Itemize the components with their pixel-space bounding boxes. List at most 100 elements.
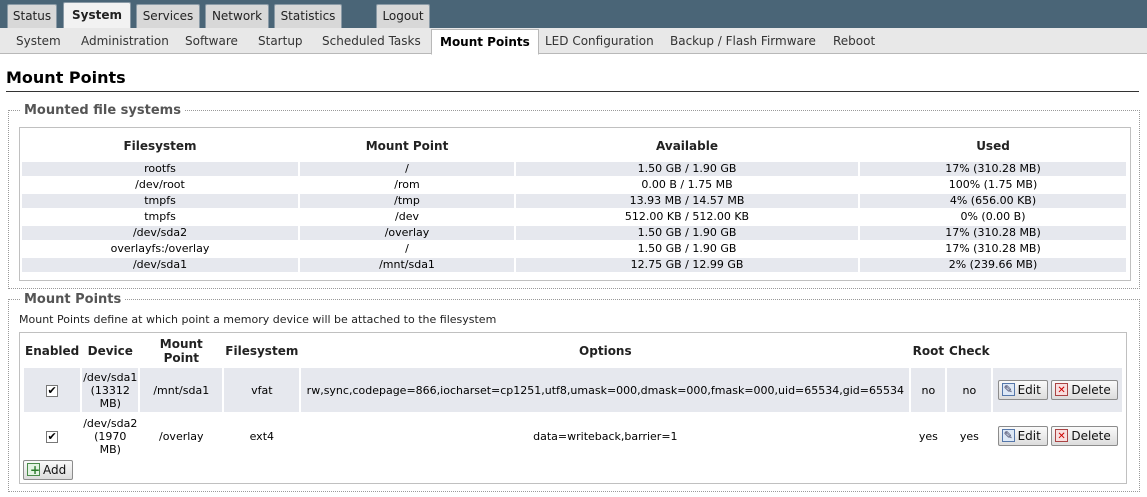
- device-size-unit: MB): [99, 396, 121, 410]
- subtab-administration[interactable]: Administration: [81, 28, 169, 54]
- delete-button[interactable]: Delete: [1051, 426, 1118, 446]
- cell-device: /dev/sda2 (1970 MB): [82, 414, 139, 458]
- cell-mount-point: /tmp: [300, 194, 514, 208]
- table-row: tmpfs /tmp 13.93 MB / 14.57 MB 4% (656.0…: [22, 194, 1126, 208]
- cell-filesystem: vfat: [224, 368, 300, 412]
- delete-icon: [1055, 382, 1069, 400]
- cell-options: data=writeback,barrier=1: [301, 414, 910, 458]
- page-title: Mount Points: [6, 68, 126, 87]
- col-mount-point: Mount Point: [159, 337, 203, 365]
- cell-filesystem: ext4: [224, 414, 300, 458]
- top-nav: Status System Services Network Statistic…: [0, 0, 1147, 29]
- mounted-filesystems-legend: Mounted file systems: [24, 103, 181, 118]
- cell-mount-point: /: [300, 162, 514, 176]
- add-button-wrap: Add: [23, 460, 74, 480]
- cell-mount-point: /dev: [300, 210, 514, 224]
- cell-available: 1.50 GB / 1.90 GB: [516, 242, 858, 256]
- sub-nav: System Administration Software Startup S…: [0, 28, 1147, 55]
- cell-actions: Edit Delete: [993, 368, 1122, 412]
- tab-logout[interactable]: Logout: [376, 4, 430, 28]
- mount-points-description: Mount Points define at which point a mem…: [19, 313, 497, 326]
- add-button[interactable]: Add: [23, 460, 74, 480]
- cell-options: rw,sync,codepage=866,iocharset=cp1251,ut…: [301, 368, 910, 412]
- delete-icon: [1055, 428, 1069, 446]
- cell-mount-point: /rom: [300, 178, 514, 192]
- title-divider: [6, 91, 1139, 92]
- device-name: /dev/sda2: [83, 416, 138, 430]
- device-size-unit: MB): [99, 442, 121, 456]
- cell-mount-point: /: [300, 242, 514, 256]
- tab-services[interactable]: Services: [136, 4, 200, 28]
- edit-icon: [1001, 381, 1015, 399]
- col-used: Used: [976, 139, 1010, 153]
- cell-filesystem: rootfs: [22, 162, 298, 176]
- cell-mount-point: /mnt/sda1: [140, 368, 223, 412]
- add-icon: [27, 461, 40, 479]
- cell-used: 2% (239.66 MB): [860, 258, 1126, 272]
- cell-device: /dev/sda1 (13312 MB): [82, 368, 139, 412]
- col-filesystem: Filesystem: [225, 344, 299, 358]
- cell-available: 0.00 B / 1.75 MB: [516, 178, 858, 192]
- edit-button[interactable]: Edit: [997, 380, 1048, 400]
- cell-root: yes: [911, 414, 946, 458]
- subtab-system[interactable]: System: [16, 28, 61, 54]
- col-available: Available: [656, 139, 718, 153]
- subtab-scheduled-tasks[interactable]: Scheduled Tasks: [322, 28, 421, 54]
- cell-filesystem: /dev/sda2: [22, 226, 298, 240]
- cell-actions: Edit Delete: [993, 414, 1122, 458]
- device-name: /dev/sda1: [83, 370, 138, 384]
- subtab-startup[interactable]: Startup: [258, 28, 303, 54]
- table-row: overlayfs:/overlay / 1.50 GB / 1.90 GB 1…: [22, 242, 1126, 256]
- cell-used: 17% (310.28 MB): [860, 162, 1126, 176]
- table-row: /dev/sda1 /mnt/sda1 12.75 GB / 12.99 GB …: [22, 258, 1126, 272]
- table-row: ✔ /dev/sda2 (1970 MB) /overlay ext4 data…: [24, 414, 1122, 458]
- cell-used: 17% (310.28 MB): [860, 226, 1126, 240]
- col-enabled: Enabled: [25, 344, 80, 358]
- tab-status[interactable]: Status: [7, 4, 57, 28]
- subtab-backup-flash-firmware[interactable]: Backup / Flash Firmware: [670, 28, 816, 54]
- subtab-led-configuration[interactable]: LED Configuration: [545, 28, 654, 54]
- mount-points-legend: Mount Points: [24, 292, 122, 307]
- tab-statistics[interactable]: Statistics: [274, 4, 342, 28]
- cell-root: no: [911, 368, 946, 412]
- subtab-reboot[interactable]: Reboot: [833, 28, 875, 54]
- table-row: /dev/root /rom 0.00 B / 1.75 MB 100% (1.…: [22, 178, 1126, 192]
- edit-label: Edit: [1017, 429, 1041, 443]
- col-check: Check: [949, 344, 990, 358]
- cell-available: 1.50 GB / 1.90 GB: [516, 226, 858, 240]
- enabled-checkbox[interactable]: ✔: [46, 384, 59, 397]
- cell-used: 0% (0.00 B): [860, 210, 1126, 224]
- subtab-software[interactable]: Software: [185, 28, 238, 54]
- add-label: Add: [43, 463, 67, 477]
- delete-label: Delete: [1071, 383, 1111, 397]
- mount-points-table: Enabled Device Mount Point Filesystem Op…: [22, 334, 1124, 460]
- device-size: (1970: [94, 429, 127, 443]
- cell-available: 13.93 MB / 14.57 MB: [516, 194, 858, 208]
- enabled-checkbox[interactable]: ✔: [46, 430, 59, 443]
- cell-available: 12.75 GB / 12.99 GB: [516, 258, 858, 272]
- edit-button[interactable]: Edit: [997, 426, 1048, 446]
- cell-used: 17% (310.28 MB): [860, 242, 1126, 256]
- table-row: ✔ /dev/sda1 (13312 MB) /mnt/sda1 vfat rw…: [24, 368, 1122, 412]
- cell-enabled: ✔: [24, 414, 81, 458]
- cell-filesystem: tmpfs: [22, 210, 298, 224]
- cell-used: 4% (656.00 KB): [860, 194, 1126, 208]
- cell-check: yes: [947, 414, 992, 458]
- col-device: Device: [87, 344, 133, 358]
- cell-available: 1.50 GB / 1.90 GB: [516, 162, 858, 176]
- edit-label: Edit: [1017, 383, 1041, 397]
- device-size: (13312: [90, 383, 130, 397]
- subtab-mount-points[interactable]: Mount Points: [431, 29, 539, 55]
- cell-filesystem: /dev/sda1: [22, 258, 298, 272]
- col-root: Root: [912, 344, 945, 358]
- delete-button[interactable]: Delete: [1051, 380, 1118, 400]
- delete-label: Delete: [1071, 429, 1111, 443]
- tab-system[interactable]: System: [63, 2, 131, 29]
- cell-check: no: [947, 368, 992, 412]
- tab-network[interactable]: Network: [205, 4, 269, 28]
- cell-available: 512.00 KB / 512.00 KB: [516, 210, 858, 224]
- cell-enabled: ✔: [24, 368, 81, 412]
- table-row: rootfs / 1.50 GB / 1.90 GB 17% (310.28 M…: [22, 162, 1126, 176]
- col-filesystem: Filesystem: [123, 139, 197, 153]
- col-actions: [993, 336, 1122, 366]
